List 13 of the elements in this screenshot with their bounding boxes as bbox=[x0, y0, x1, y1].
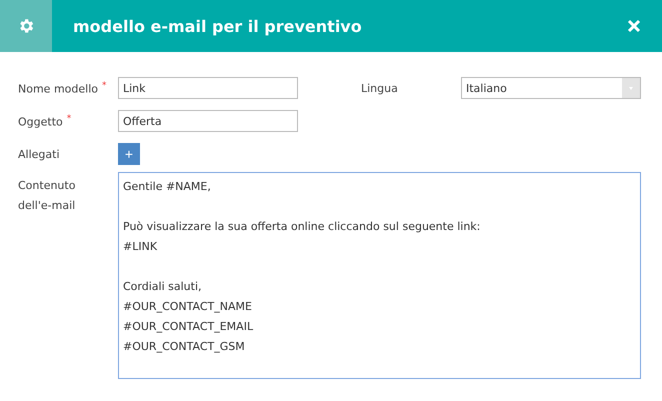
field-label: Allegati bbox=[18, 148, 60, 160]
add-attachment-button[interactable]: + bbox=[118, 143, 140, 165]
window-title: modello e-mail per il preventivo bbox=[73, 16, 363, 36]
close-button[interactable] bbox=[626, 18, 642, 34]
email-body-field[interactable]: Gentile #NAME, Può visualizzare la sua offerta online cliccando sul seguente link: #LINK Cordiali saluti, #OUR_CONTACT_NAME #OUR_CONTACT_EMAIL #OUR_CONTACT_GSM bbox=[118, 172, 641, 379]
text-field[interactable]: Offerta bbox=[118, 110, 298, 132]
field-label: Contenuto dell'e-mail bbox=[18, 178, 76, 214]
field-label: Oggetto $^{*}$ bbox=[18, 114, 72, 128]
language-dropdown[interactable]: Italiano bbox=[461, 77, 641, 99]
field-label: Nome modello $^{*}$ bbox=[18, 80, 108, 96]
text-field[interactable]: Link bbox=[118, 77, 298, 99]
field-label: Lingua bbox=[361, 82, 399, 94]
caret-icon bbox=[622, 78, 640, 98]
